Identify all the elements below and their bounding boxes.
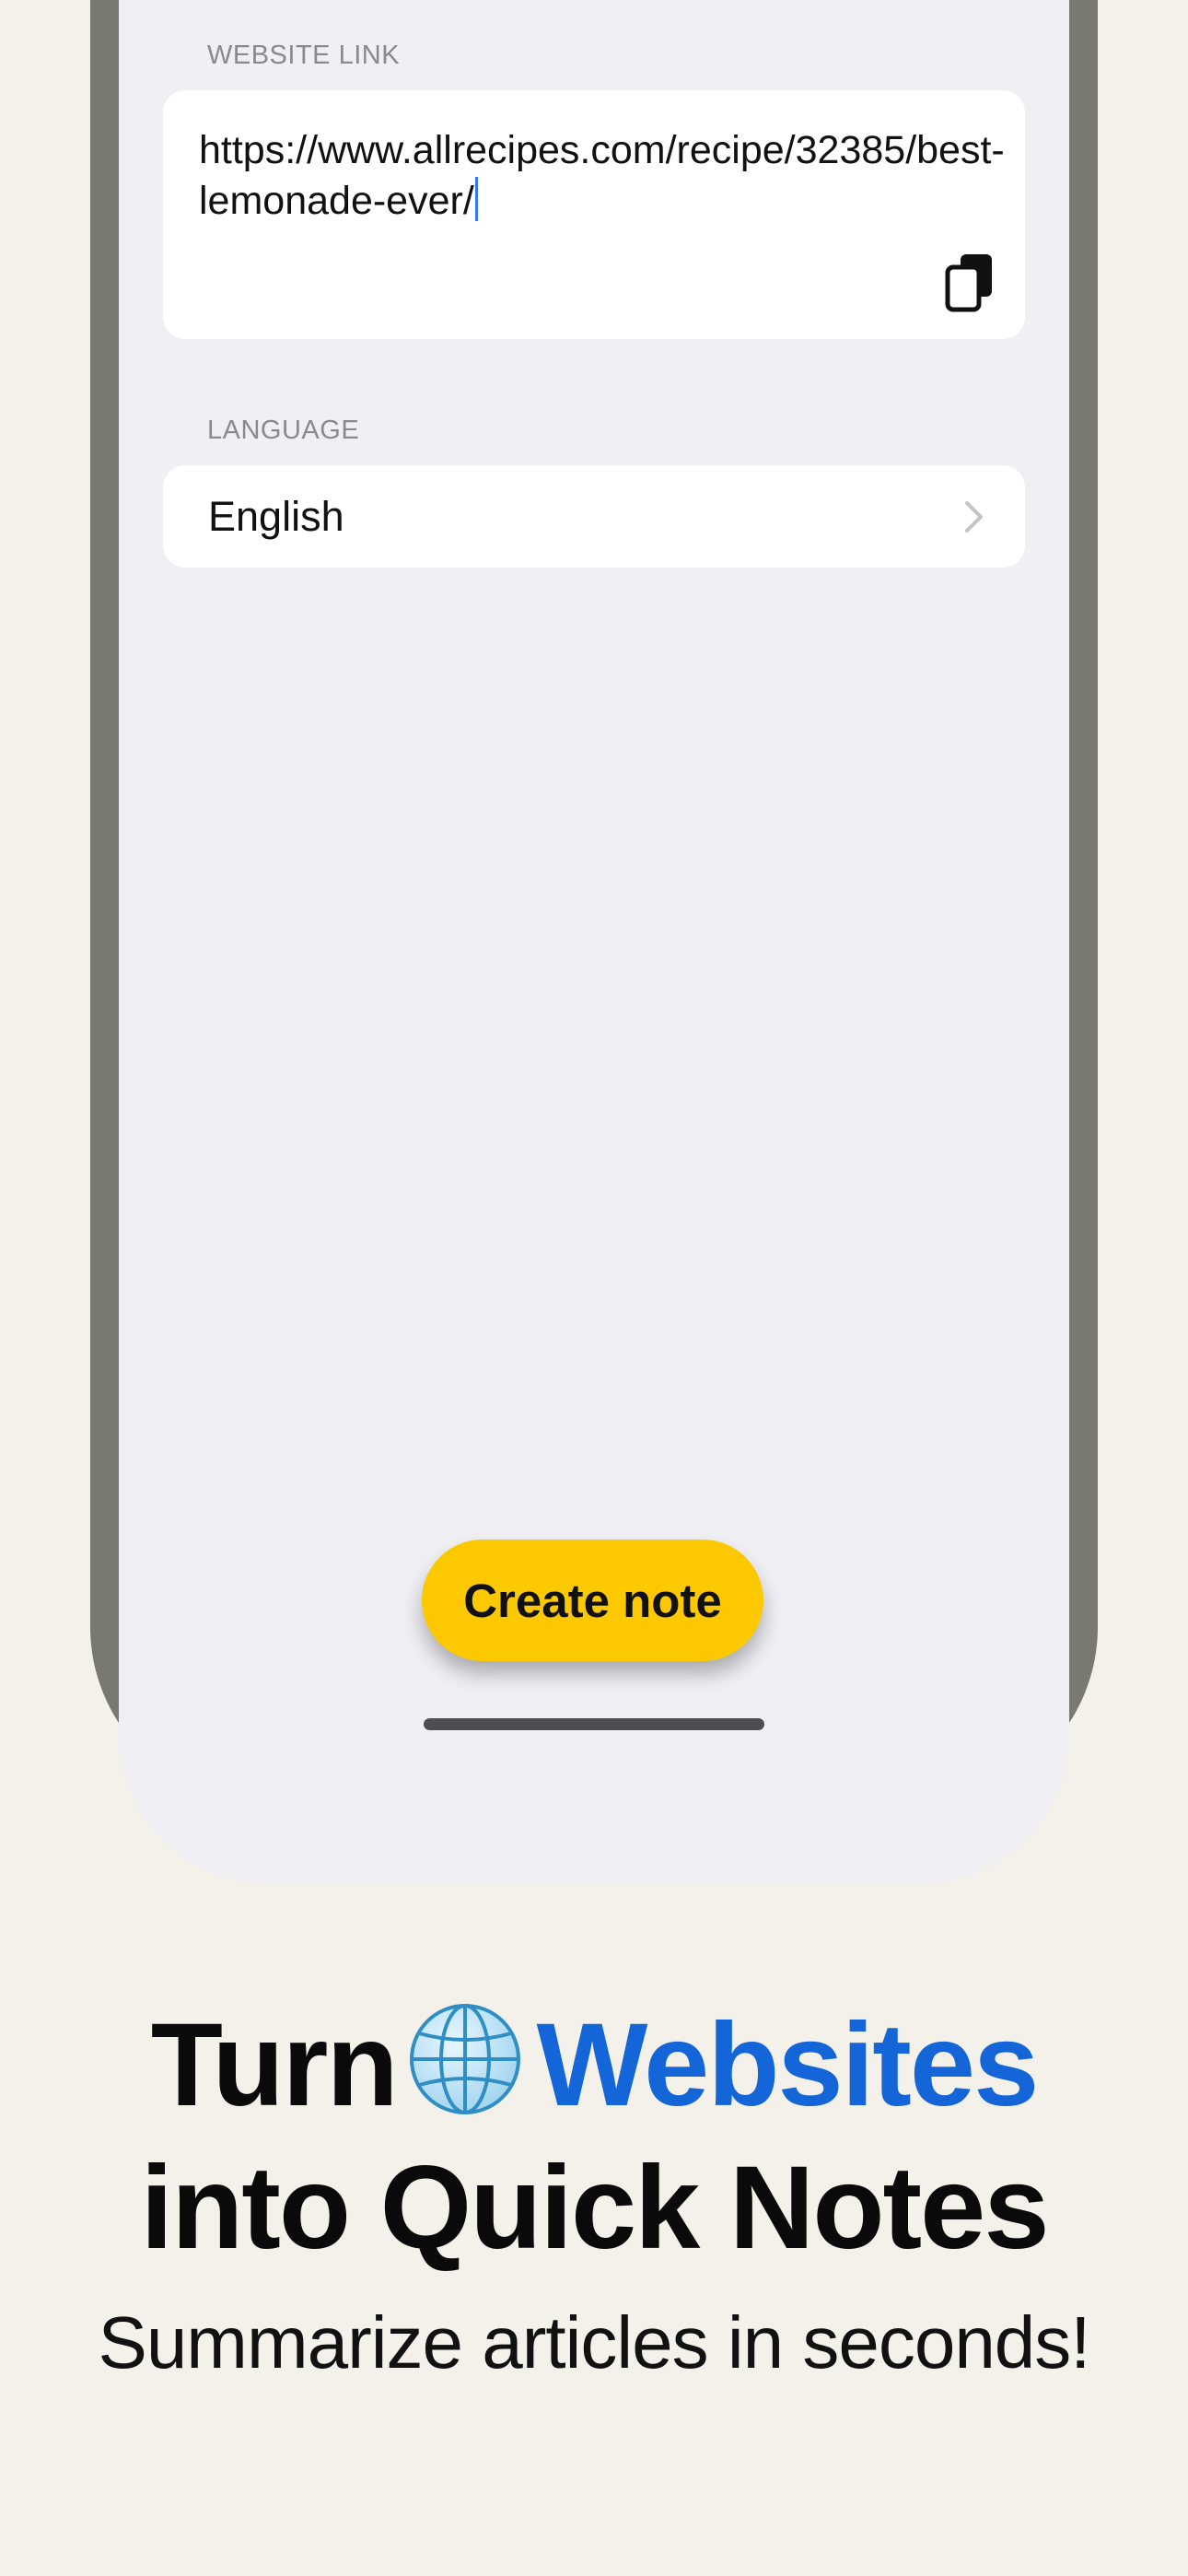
- chevron-right-icon: [965, 501, 983, 533]
- create-note-button[interactable]: Create note: [422, 1540, 763, 1661]
- headline-word-turn: Turn: [150, 1999, 399, 2131]
- text-caret: [474, 177, 478, 221]
- home-indicator: [424, 1718, 764, 1730]
- language-value: English: [208, 493, 344, 540]
- promo-subtitle: Summarize articles in seconds!: [98, 2301, 1090, 2383]
- headline-accent-websites: Websites: [536, 1999, 1040, 2131]
- website-link-input[interactable]: https://www.allrecipes.com/recipe/32385/…: [199, 125, 1009, 227]
- paste-clipboard-icon[interactable]: [942, 251, 997, 315]
- phone-frame: WEBSITE LINK https://www.allrecipes.com/…: [90, 0, 1098, 1884]
- website-link-field[interactable]: https://www.allrecipes.com/recipe/32385/…: [163, 90, 1025, 339]
- globe-icon: [409, 2004, 520, 2114]
- promo-headline-line1: Turn Websites: [0, 1997, 1188, 2133]
- language-label: LANGUAGE: [207, 416, 360, 445]
- website-link-label: WEBSITE LINK: [207, 41, 401, 70]
- promo-headline-line2: into Quick Notes: [140, 2142, 1050, 2274]
- website-link-value: https://www.allrecipes.com/recipe/32385/…: [199, 128, 1005, 223]
- language-selector[interactable]: English: [163, 465, 1025, 568]
- phone-screen: WEBSITE LINK https://www.allrecipes.com/…: [119, 0, 1069, 1884]
